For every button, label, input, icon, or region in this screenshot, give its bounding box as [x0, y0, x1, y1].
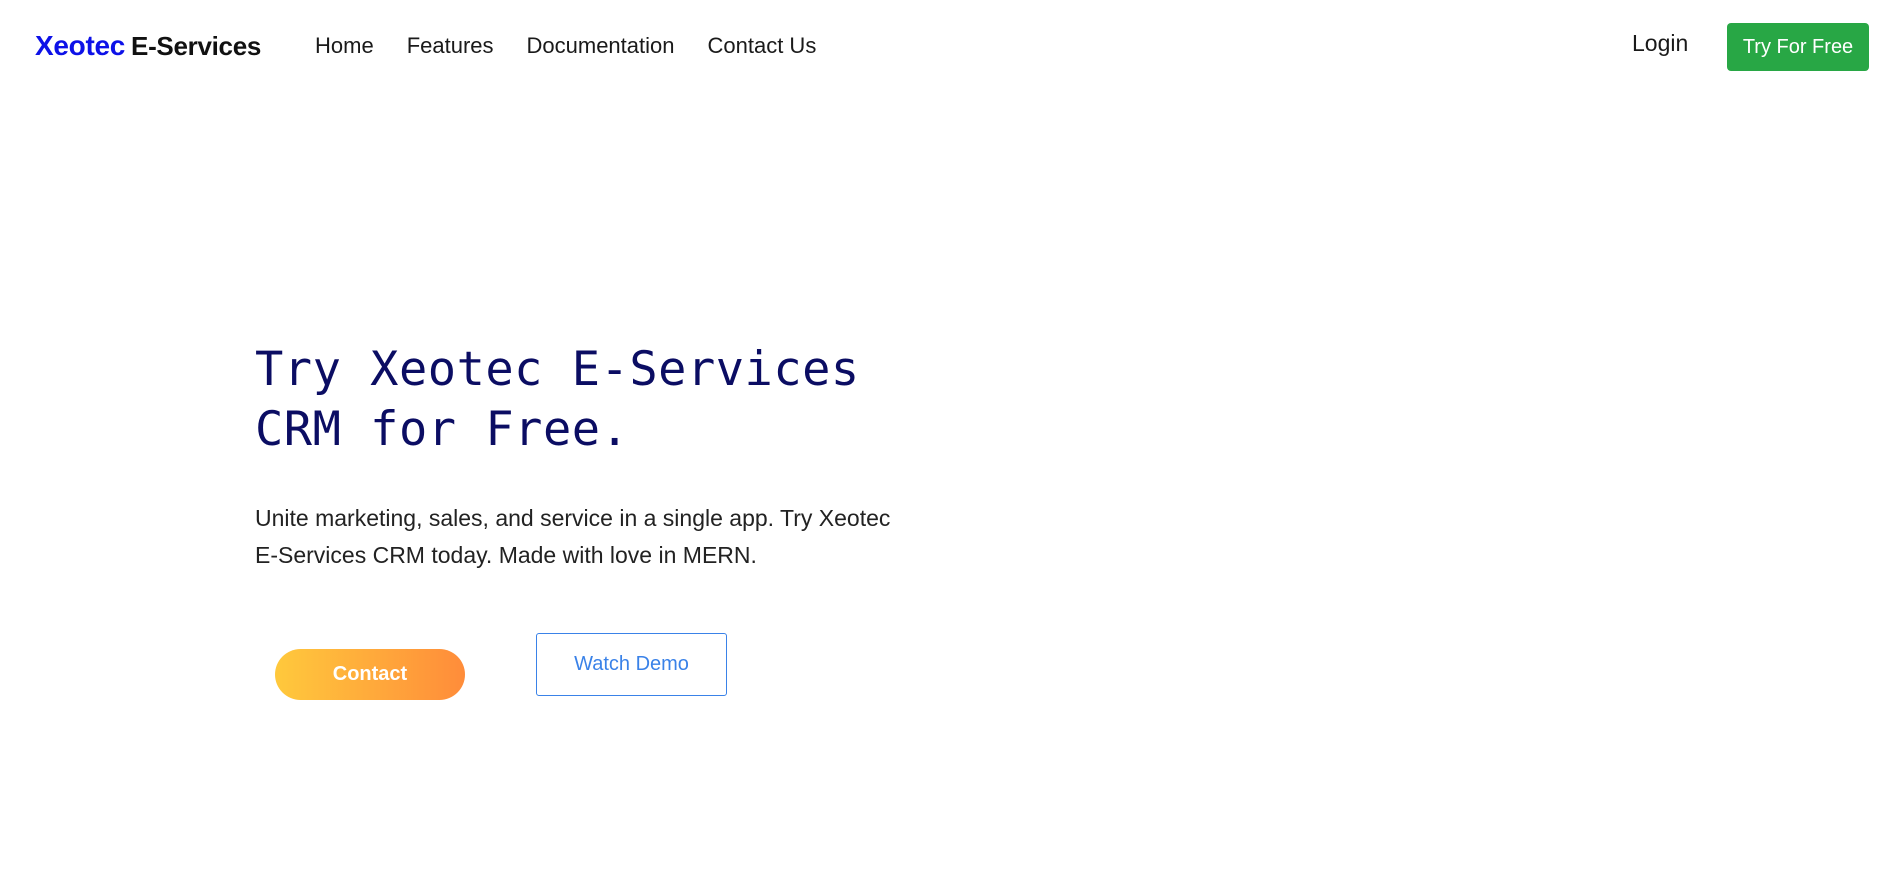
hero-section: Try Xeotec E-Services CRM for Free. Unit…: [255, 340, 975, 574]
hero-title: Try Xeotec E-Services CRM for Free.: [255, 340, 975, 460]
hero-description-line-1: Unite marketing, sales, and service in a…: [255, 505, 891, 531]
hero-title-line-1: Try Xeotec E-Services: [255, 342, 860, 397]
nav-link-documentation[interactable]: Documentation: [527, 33, 675, 59]
nav-link-contact-us[interactable]: Contact Us: [708, 33, 817, 59]
try-for-free-button[interactable]: Try For Free: [1727, 23, 1869, 71]
watch-demo-button[interactable]: Watch Demo: [536, 633, 727, 696]
hero-description: Unite marketing, sales, and service in a…: [255, 500, 955, 574]
brand-name-secondary: E-Services: [131, 31, 262, 61]
hero-title-line-2: CRM for Free.: [255, 402, 630, 457]
top-navbar: Xeotec E-Services Home Features Documenta…: [0, 0, 1891, 94]
login-link[interactable]: Login: [1632, 30, 1688, 57]
main-nav: Home Features Documentation Contact Us: [315, 33, 849, 59]
nav-link-features[interactable]: Features: [407, 33, 494, 59]
hero-description-line-2: E-Services CRM today. Made with love in …: [255, 542, 757, 568]
brand-name-primary: Xeotec: [35, 30, 126, 61]
nav-link-home[interactable]: Home: [315, 33, 374, 59]
contact-button[interactable]: Contact: [275, 649, 465, 700]
brand-logo[interactable]: Xeotec E-Services: [35, 30, 261, 62]
